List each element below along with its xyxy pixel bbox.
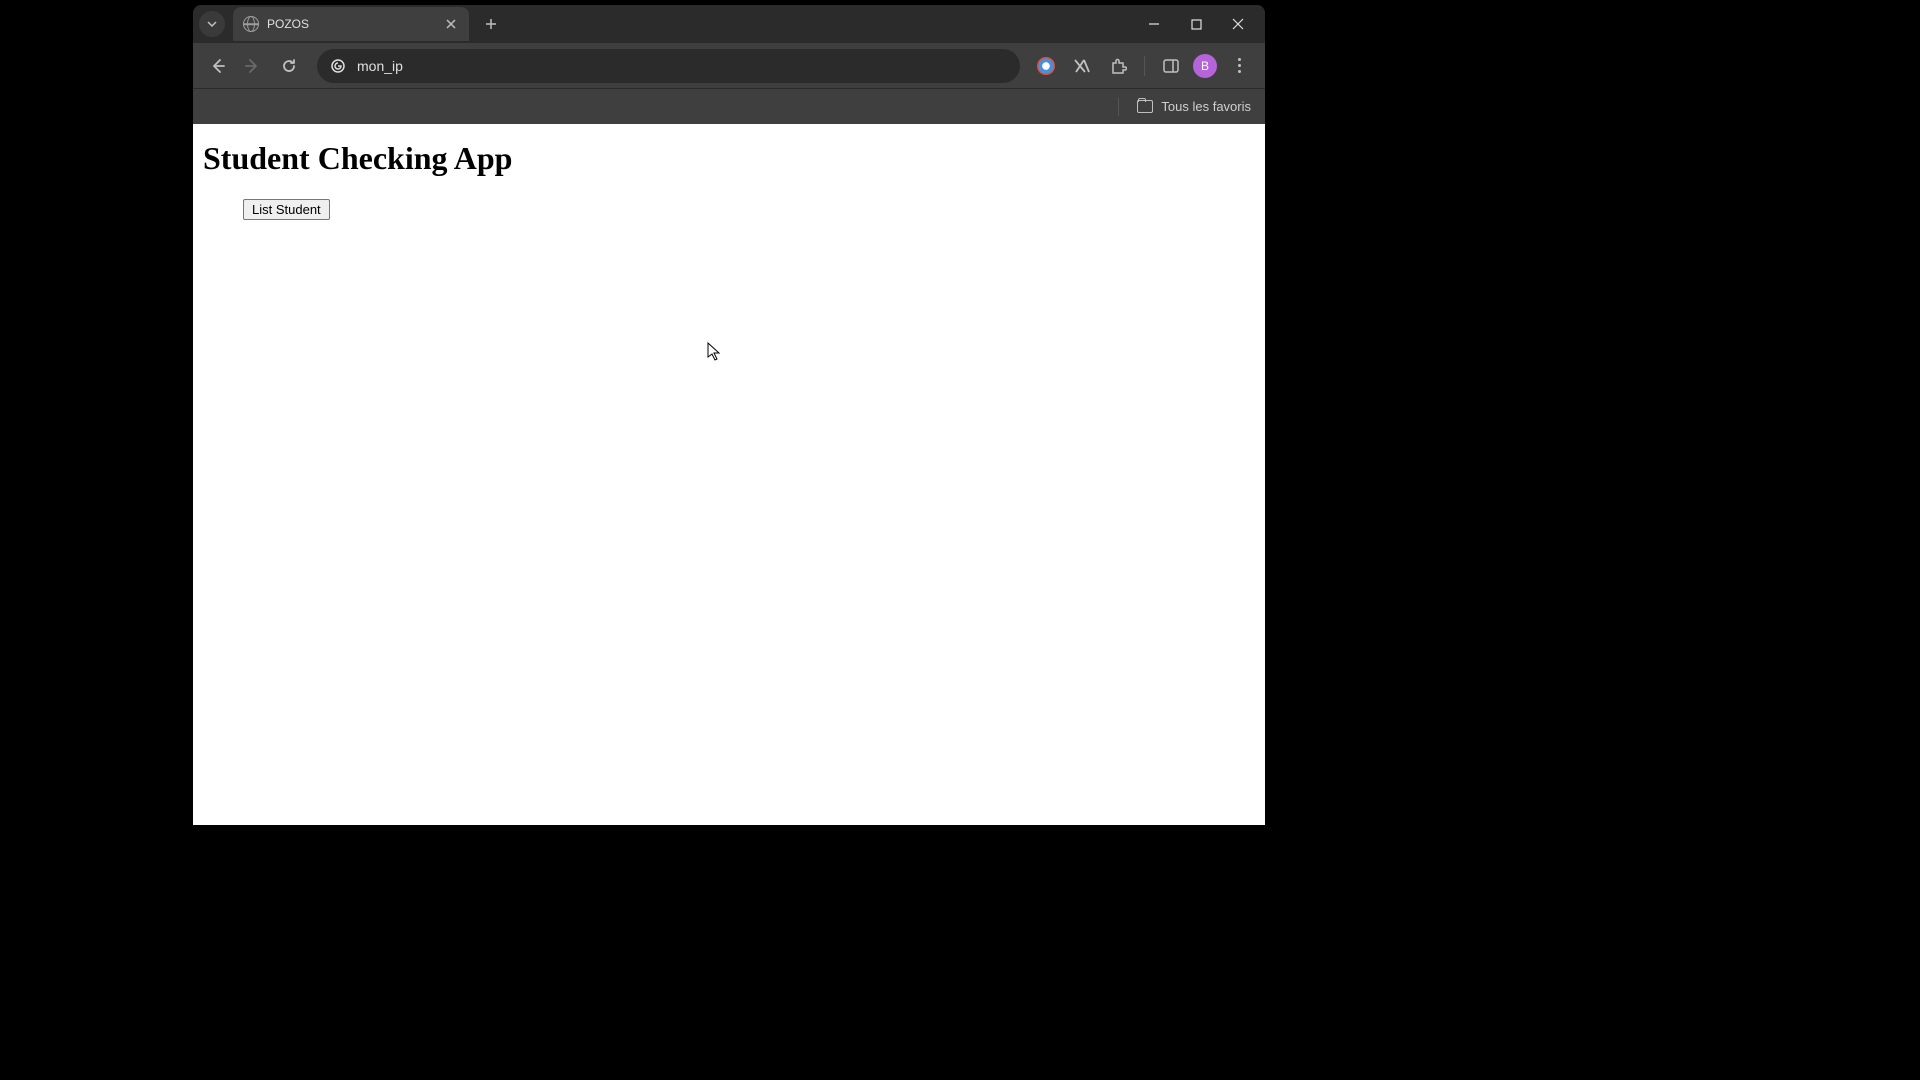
address-bar[interactable]: mon_ip — [317, 49, 1020, 83]
page-content: Student Checking App List Student — [193, 124, 1265, 825]
google-icon — [329, 57, 347, 75]
close-window-button[interactable] — [1223, 9, 1253, 39]
minimize-button[interactable] — [1139, 9, 1169, 39]
browser-window: POZOS — [193, 5, 1265, 825]
extension-x-icon[interactable] — [1068, 52, 1096, 80]
new-tab-button[interactable] — [477, 10, 505, 38]
side-panel-icon[interactable] — [1157, 52, 1185, 80]
all-bookmarks-button[interactable]: Tous les favoris — [1137, 99, 1251, 114]
extensions-puzzle-icon[interactable] — [1104, 52, 1132, 80]
address-text: mon_ip — [357, 58, 1008, 74]
tab-bar: POZOS — [193, 5, 1265, 43]
close-tab-icon[interactable] — [443, 16, 459, 32]
separator — [1144, 56, 1145, 76]
cursor-icon — [707, 342, 721, 362]
tab-title: POZOS — [267, 17, 435, 31]
bookmarks-bar: Tous les favoris — [193, 88, 1265, 124]
browser-tab[interactable]: POZOS — [233, 7, 469, 41]
profile-avatar[interactable]: B — [1193, 54, 1217, 78]
folder-icon — [1137, 100, 1153, 113]
toolbar: mon_ip B — [193, 43, 1265, 88]
page-title: Student Checking App — [203, 140, 1255, 177]
forward-button[interactable] — [237, 50, 269, 82]
back-button[interactable] — [201, 50, 233, 82]
window-controls — [1139, 9, 1265, 39]
all-bookmarks-label: Tous les favoris — [1161, 99, 1251, 114]
profile-initial: B — [1201, 59, 1209, 73]
globe-icon — [243, 16, 259, 32]
kebab-menu-icon[interactable] — [1225, 52, 1253, 80]
extension-lens-icon[interactable] — [1032, 52, 1060, 80]
reload-button[interactable] — [273, 50, 305, 82]
tab-search-dropdown[interactable] — [199, 11, 225, 37]
separator — [1118, 98, 1119, 116]
maximize-button[interactable] — [1181, 9, 1211, 39]
toolbar-right: B — [1032, 52, 1257, 80]
list-student-button[interactable]: List Student — [243, 199, 330, 220]
